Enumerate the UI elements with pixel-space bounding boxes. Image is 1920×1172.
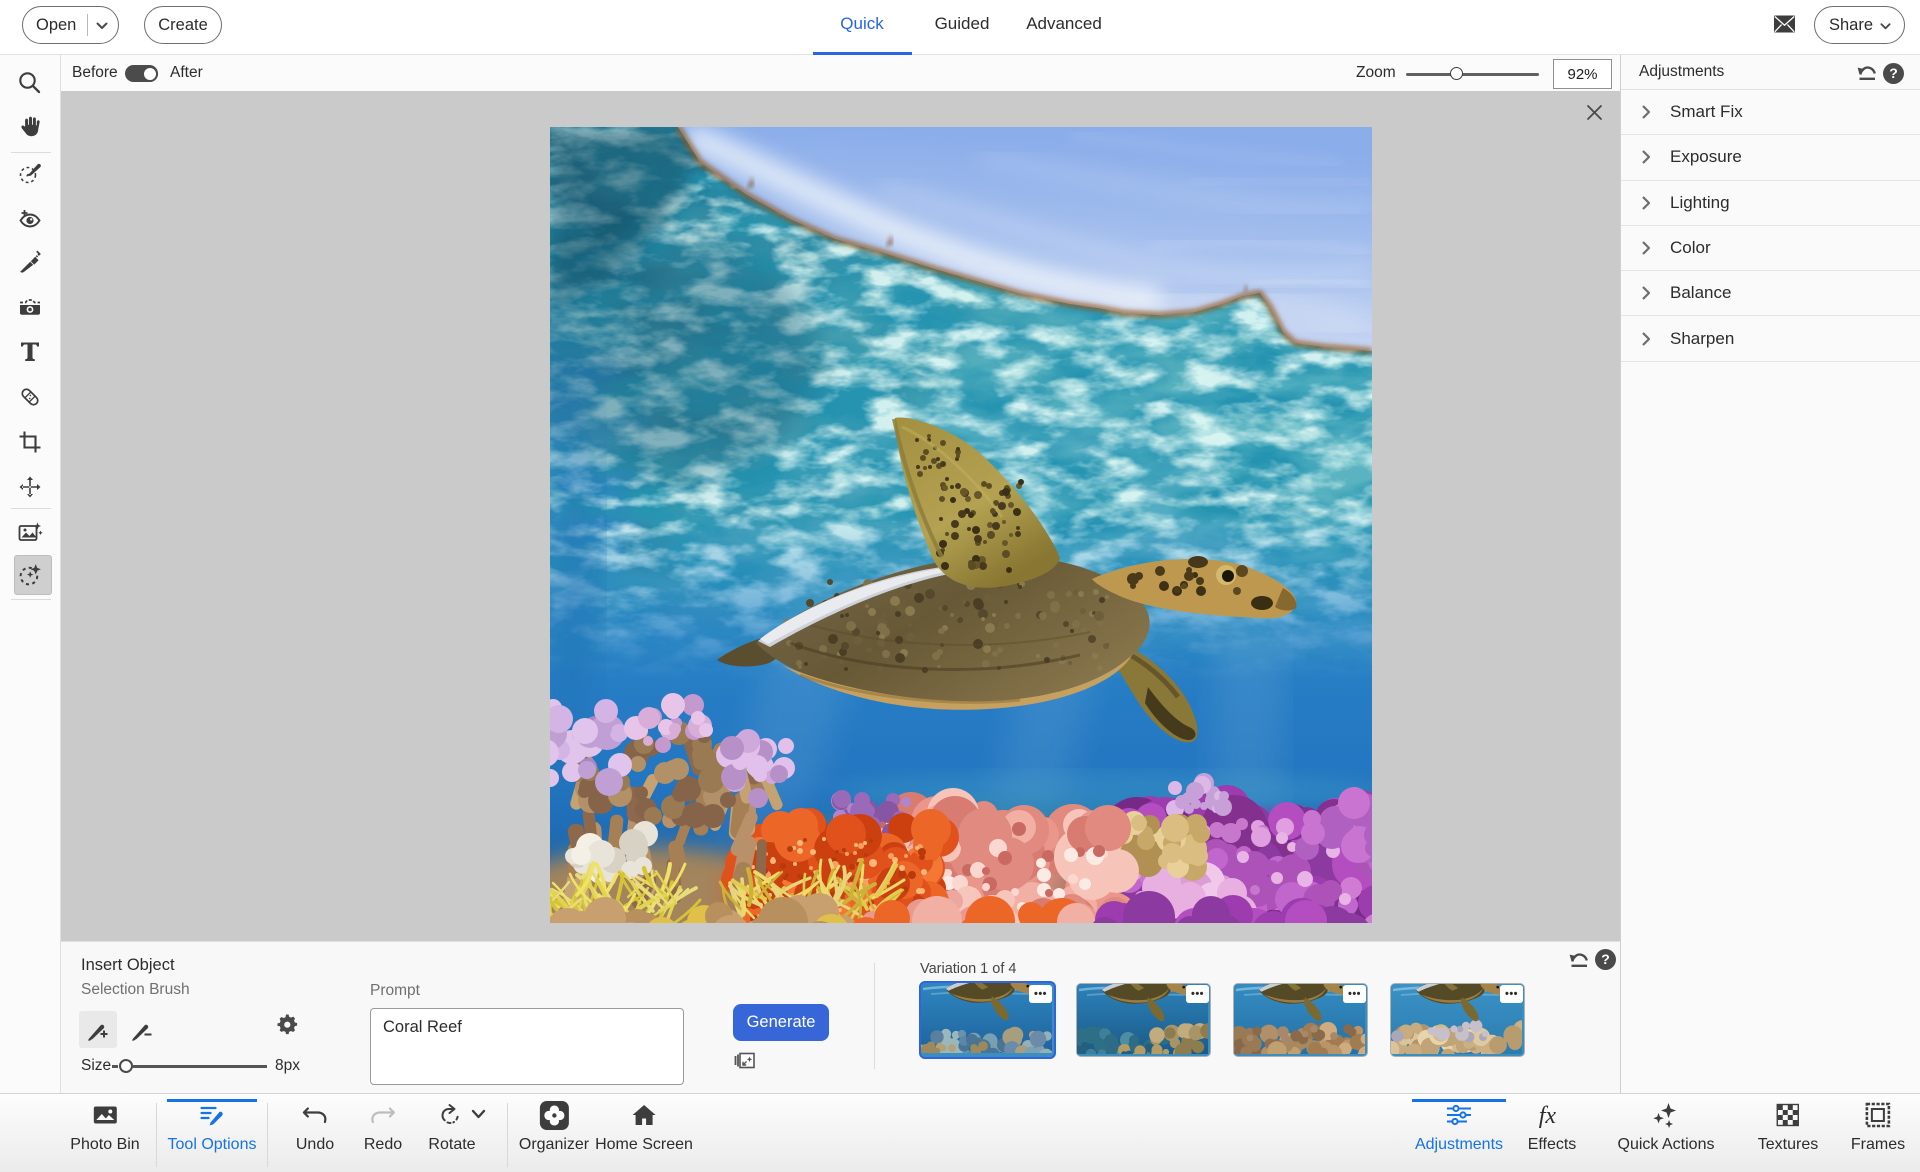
svg-text:fx: fx [1539, 1103, 1557, 1128]
